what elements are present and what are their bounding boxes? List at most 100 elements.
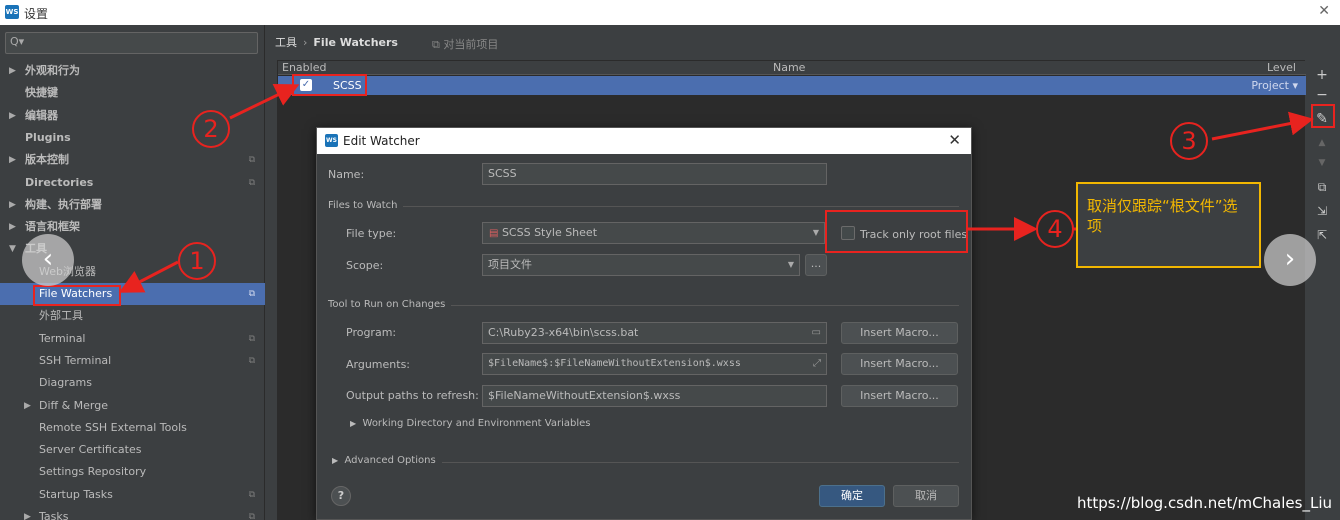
program-field[interactable]: C:\Ruby23-x64\bin\scss.bat ▭ bbox=[482, 322, 827, 344]
sidebar-item[interactable]: Diagrams bbox=[0, 372, 265, 394]
sidebar-item[interactable]: Startup Tasks ⧉ bbox=[0, 484, 265, 506]
export-icon[interactable]: ⇱ bbox=[1312, 225, 1332, 245]
sidebar-item[interactable]: ▶ 版本控制 ⧉ bbox=[0, 149, 265, 171]
program-label: Program: bbox=[346, 326, 397, 339]
chevron-right-icon[interactable]: ▶ bbox=[9, 194, 16, 216]
settings-sidebar: Q▾ ▶ 外观和行为 快捷键 ▶ 编辑器 Plugins ▶ 版本控制 ⧉ Directories… bbox=[0, 25, 265, 520]
scope-more-button[interactable]: ... bbox=[805, 254, 827, 276]
column-level[interactable]: Level bbox=[1267, 61, 1296, 74]
import-icon[interactable]: ⇲ bbox=[1312, 201, 1332, 221]
window-close-button[interactable]: ✕ bbox=[1318, 3, 1330, 19]
chevron-right-icon[interactable]: ▶ bbox=[9, 149, 16, 171]
sidebar-item-label: Remote SSH External Tools bbox=[39, 421, 187, 434]
chevron-down-icon[interactable]: ▼ bbox=[9, 238, 16, 260]
breadcrumb-separator: › bbox=[303, 36, 308, 49]
advanced-options-expander[interactable]: ▶ Advanced Options bbox=[332, 455, 436, 466]
working-dir-label: Working Directory and Environment Variab… bbox=[362, 418, 591, 429]
arguments-field[interactable]: $FileName$:$FileNameWithoutExtension$.wx… bbox=[482, 353, 827, 375]
scope-value: 项目文件 bbox=[488, 258, 532, 271]
project-scope-icon: ⧉ bbox=[248, 334, 255, 344]
arguments-label: Arguments: bbox=[346, 358, 411, 371]
dialog-close-button[interactable]: ✕ bbox=[948, 131, 961, 149]
chevron-right-icon[interactable]: ▶ bbox=[24, 506, 31, 520]
file-type-value: SCSS Style Sheet bbox=[501, 226, 598, 239]
table-header: Enabled Name Level bbox=[278, 61, 1306, 75]
search-input[interactable]: Q▾ bbox=[5, 32, 258, 54]
sidebar-item[interactable]: Directories ⧉ bbox=[0, 172, 265, 194]
sidebar-item[interactable]: Terminal ⧉ bbox=[0, 328, 265, 350]
edit-watcher-dialog: WS Edit Watcher ✕ Name: SCSS Files to Wa… bbox=[316, 127, 972, 520]
sidebar-item-label: Startup Tasks bbox=[39, 488, 113, 501]
add-icon[interactable]: + bbox=[1312, 65, 1332, 85]
column-name[interactable]: Name bbox=[773, 61, 805, 74]
level-dropdown[interactable]: Project ▾ bbox=[1251, 79, 1298, 92]
app-logo-icon: WS bbox=[5, 5, 19, 19]
enabled-checkbox[interactable]: ✓ bbox=[300, 79, 312, 91]
name-field[interactable]: SCSS bbox=[482, 163, 827, 185]
sidebar-item[interactable]: ▶ 外观和行为 bbox=[0, 60, 265, 82]
sidebar-item[interactable]: ▼ 工具 bbox=[0, 238, 265, 260]
sidebar-item[interactable]: File Watchers ⧉ bbox=[0, 283, 265, 305]
table-toolbar: + − ✎ ▲ ▼ ⧉ ⇲ ⇱ bbox=[1312, 65, 1332, 255]
help-button[interactable]: ? bbox=[331, 486, 351, 506]
chevron-right-icon[interactable]: ▶ bbox=[9, 216, 16, 238]
scope-dropdown[interactable]: 项目文件 ▼ bbox=[482, 254, 800, 276]
move-up-icon[interactable]: ▲ bbox=[1312, 133, 1332, 153]
track-root-checkbox[interactable] bbox=[841, 226, 855, 240]
sidebar-item[interactable]: 快捷键 bbox=[0, 82, 265, 104]
insert-macro-arguments-button[interactable]: Insert Macro... bbox=[841, 353, 958, 375]
sidebar-item[interactable]: ▶ Tasks ⧉ bbox=[0, 506, 265, 520]
copy-icon[interactable]: ⧉ bbox=[1312, 177, 1332, 197]
sidebar-item[interactable]: Remote SSH External Tools bbox=[0, 417, 265, 439]
insert-macro-program-button[interactable]: Insert Macro... bbox=[841, 322, 958, 344]
advanced-options-label: Advanced Options bbox=[344, 455, 436, 466]
sidebar-item[interactable]: Server Certificates bbox=[0, 439, 265, 461]
sidebar-item[interactable]: ▶ Diff & Merge bbox=[0, 395, 265, 417]
project-scope-icon: ⧉ bbox=[248, 356, 255, 366]
sidebar-item[interactable]: ▶ 构建、执行部署 bbox=[0, 194, 265, 216]
expand-icon[interactable]: ⤢ bbox=[813, 354, 821, 374]
sidebar-item-label: 编辑器 bbox=[25, 109, 58, 122]
breadcrumb: 工具 › File Watchers bbox=[275, 34, 398, 50]
move-down-icon[interactable]: ▼ bbox=[1312, 153, 1332, 173]
remove-icon[interactable]: − bbox=[1312, 85, 1332, 105]
sidebar-item[interactable]: Plugins bbox=[0, 127, 265, 149]
chevron-down-icon: ▼ bbox=[812, 228, 819, 237]
chevron-right-icon[interactable]: ▶ bbox=[9, 60, 16, 82]
divider bbox=[403, 206, 959, 207]
working-dir-expander[interactable]: ▶ Working Directory and Environment Vari… bbox=[350, 418, 590, 429]
ok-button[interactable]: 确定 bbox=[819, 485, 885, 507]
breadcrumb-root[interactable]: 工具 bbox=[275, 36, 297, 49]
sidebar-item-label: 外部工具 bbox=[39, 309, 83, 322]
track-root-label[interactable]: Track only root files bbox=[860, 228, 967, 241]
sidebar-item-label: Directories bbox=[25, 176, 94, 189]
sidebar-item[interactable]: 外部工具 bbox=[0, 305, 265, 327]
expand-arrow-icon: ▶ bbox=[332, 456, 339, 465]
sidebar-item-label: Plugins bbox=[25, 131, 71, 144]
sidebar-item[interactable]: ▶ 语言和框架 bbox=[0, 216, 265, 238]
column-enabled[interactable]: Enabled bbox=[282, 61, 326, 74]
sidebar-item-label: File Watchers bbox=[39, 287, 113, 300]
output-paths-field[interactable]: $FileNameWithoutExtension$.wxss bbox=[482, 385, 827, 407]
cancel-button[interactable]: 取消 bbox=[893, 485, 959, 507]
insert-macro-output-button[interactable]: Insert Macro... bbox=[841, 385, 958, 407]
folder-icon[interactable]: ▭ bbox=[812, 323, 821, 343]
edit-icon[interactable]: ✎ bbox=[1312, 109, 1332, 129]
sidebar-item-label: 工具 bbox=[25, 242, 47, 255]
file-type-dropdown[interactable]: ▤ SCSS Style Sheet ▼ bbox=[482, 222, 825, 244]
chevron-right-icon[interactable]: ▶ bbox=[24, 395, 31, 417]
project-scope-icon: ⧉ bbox=[248, 512, 255, 520]
sidebar-item[interactable]: ▶ 编辑器 bbox=[0, 105, 265, 127]
scope-label: Scope: bbox=[346, 259, 384, 272]
sidebar-item[interactable]: Settings Repository bbox=[0, 461, 265, 483]
sidebar-item[interactable]: SSH Terminal ⧉ bbox=[0, 350, 265, 372]
sidebar-item-label: Server Certificates bbox=[39, 443, 142, 456]
dialog-title: Edit Watcher bbox=[343, 134, 420, 148]
sidebar-item-label: Terminal bbox=[39, 332, 86, 345]
chevron-right-icon[interactable]: ▶ bbox=[9, 105, 16, 127]
table-row[interactable]: ✓ SCSS Project ▾ bbox=[278, 76, 1306, 95]
sidebar-item-label: Tasks bbox=[39, 510, 69, 520]
sidebar-item-label: 外观和行为 bbox=[25, 64, 80, 77]
sidebar-item[interactable]: Web浏览器 bbox=[0, 261, 265, 283]
sidebar-item-label: Diff & Merge bbox=[39, 399, 109, 412]
